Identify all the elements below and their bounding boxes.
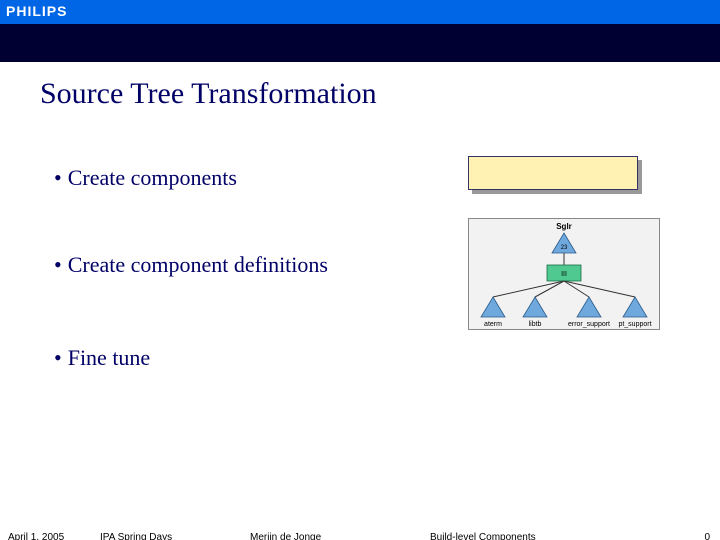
bullet-2: •Create component definitions <box>54 252 328 278</box>
component-box-face <box>468 156 638 190</box>
bullet-1-text: Create components <box>68 165 237 190</box>
bullet-dot-icon: • <box>54 165 62 191</box>
bullet-2-text: Create component definitions <box>68 252 328 277</box>
footer-date: April 1, 2005 <box>8 532 64 540</box>
bullet-dot-icon: • <box>54 252 62 278</box>
diagram-edge <box>535 281 564 297</box>
diagram-center-label: III <box>561 271 567 278</box>
bullet-3: •Fine tune <box>54 345 150 371</box>
bullet-1: •Create components <box>54 165 237 191</box>
bullet-3-text: Fine tune <box>68 345 151 370</box>
header-bar: PHILIPS <box>0 0 720 24</box>
footer-author: Merijn de Jonge <box>250 532 321 540</box>
dependency-diagram: Sglr 23 III aterm libtb error_support pt… <box>468 218 660 330</box>
slide-title: Source Tree Transformation <box>40 77 377 111</box>
diagram-leaf-2-label: libtb <box>529 321 542 328</box>
diagram-leaf-1 <box>481 297 505 317</box>
brand-logo: PHILIPS <box>6 3 67 19</box>
component-box <box>468 156 638 190</box>
diagram-leaf-4-label: pt_support <box>618 321 651 328</box>
footer-event: IPA Spring Days <box>100 532 172 540</box>
diagram-leaf-3-label: error_support <box>568 321 610 328</box>
diagram-edge <box>564 281 635 297</box>
diagram-leaf-1-label: aterm <box>484 321 502 328</box>
bullet-dot-icon: • <box>54 345 62 371</box>
diagram-mid-top-label: 23 <box>561 245 568 251</box>
diagram-leaf-4 <box>623 297 647 317</box>
diagram-leaf-3 <box>577 297 601 317</box>
footer-page: 0 <box>704 532 710 540</box>
footer-topic: Build-level Components <box>430 532 536 540</box>
diagram-root-label: Sglr <box>556 222 572 231</box>
diagram-edge <box>493 281 564 297</box>
header-shadow <box>0 24 720 62</box>
diagram-leaf-2 <box>523 297 547 317</box>
